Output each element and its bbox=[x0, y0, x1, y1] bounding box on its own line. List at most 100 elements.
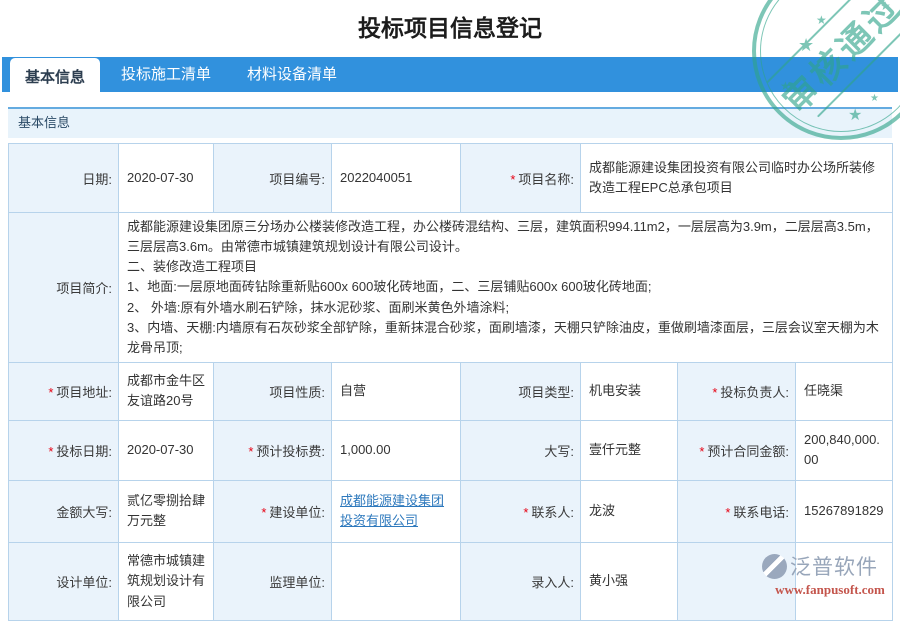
required-asterisk: * bbox=[712, 385, 717, 400]
cell-text: 金额大写: bbox=[56, 505, 112, 520]
required-asterisk: * bbox=[248, 444, 253, 459]
field-value-estimated-contract-amount: 200,840,000.00 bbox=[796, 420, 893, 480]
cell-text: 机电安装 bbox=[589, 383, 641, 398]
cell-text: 成都市金牛区友谊路20号 bbox=[127, 373, 205, 408]
cell-text: 常德市城镇建筑规划设计有限公司 bbox=[127, 553, 205, 608]
field-label-estimated-bid-fee: *预计投标费: bbox=[214, 420, 332, 480]
basic-info-form: 日期:2020-07-30项目编号:2022040051*项目名称:成都能源建设… bbox=[8, 143, 892, 621]
field-value-amount-in-words: 贰亿零捌拾肆万元整 bbox=[119, 480, 214, 542]
cell-text: 200,840,000.00 bbox=[804, 432, 880, 467]
cell-text: 大写: bbox=[544, 444, 574, 459]
field-label-date: 日期: bbox=[9, 144, 119, 213]
required-asterisk: * bbox=[699, 444, 704, 459]
tab-bid-construction-list[interactable]: 投标施工清单 bbox=[106, 57, 226, 92]
section-header: 基本信息 bbox=[8, 107, 892, 138]
field-value-date: 2020-07-30 bbox=[119, 144, 214, 213]
field-label-fee-in-words: 大写: bbox=[461, 420, 581, 480]
cell-text: 任晓渠 bbox=[804, 383, 843, 398]
required-asterisk: * bbox=[48, 444, 53, 459]
field-label-bid-leader: *投标负责人: bbox=[678, 362, 796, 420]
cell-text: 录入人: bbox=[531, 575, 574, 590]
field-value-project-type: 机电安装 bbox=[581, 362, 678, 420]
field-value-project-nature: 自营 bbox=[332, 362, 461, 420]
table-row: *投标日期:2020-07-30*预计投标费:1,000.00大写:壹仟元整*预… bbox=[9, 420, 893, 480]
field-value-project-summary: 成都能源建设集团原三分场办公楼装修改造工程，办公楼砖混结构、三层，建筑面积994… bbox=[119, 213, 893, 363]
tab-material-equipment-list[interactable]: 材料设备清单 bbox=[232, 57, 352, 92]
page-title: 投标项目信息登记 bbox=[0, 0, 900, 57]
cell-text: 贰亿零捌拾肆万元整 bbox=[127, 493, 205, 528]
field-value-supervision-unit bbox=[332, 542, 461, 620]
fanpu-brand-name: 泛普软件 bbox=[790, 551, 878, 581]
required-asterisk: * bbox=[48, 385, 53, 400]
cell-text: 15267891829 bbox=[804, 503, 884, 518]
cell-text: 成都能源建设集团投资有限公司 bbox=[340, 493, 444, 528]
field-value-project-name: 成都能源建设集团投资有限公司临时办公场所装修改造工程EPC总承包项目 bbox=[581, 144, 893, 213]
field-value-entry-person: 黄小强 bbox=[581, 542, 678, 620]
cell-text: 建设单位: bbox=[269, 505, 325, 520]
stamp-star-icon: ★ bbox=[870, 94, 879, 104]
field-value-project-code: 2022040051 bbox=[332, 144, 461, 213]
cell-text: 龙波 bbox=[589, 503, 615, 518]
field-value-bid-date: 2020-07-30 bbox=[119, 420, 214, 480]
required-asterisk: * bbox=[725, 505, 730, 520]
table-row: 金额大写:贰亿零捌拾肆万元整*建设单位:成都能源建设集团投资有限公司*联系人:龙… bbox=[9, 480, 893, 542]
table-row: *项目地址:成都市金牛区友谊路20号项目性质:自营项目类型:机电安装*投标负责人… bbox=[9, 362, 893, 420]
field-label-project-type: 项目类型: bbox=[461, 362, 581, 420]
form-table: 日期:2020-07-30项目编号:2022040051*项目名称:成都能源建设… bbox=[8, 143, 893, 621]
cell-text: 联系人: bbox=[531, 505, 574, 520]
tab-bar: 基本信息投标施工清单材料设备清单 bbox=[2, 57, 898, 92]
field-label-bid-date: *投标日期: bbox=[9, 420, 119, 480]
field-label-project-address: *项目地址: bbox=[9, 362, 119, 420]
field-label-entry-person: 录入人: bbox=[461, 542, 581, 620]
cell-text: 自营 bbox=[340, 383, 366, 398]
cell-text: 成都能源建设集团投资有限公司临时办公场所装修改造工程EPC总承包项目 bbox=[589, 160, 875, 195]
cell-text: 项目性质: bbox=[269, 385, 325, 400]
cell-text: 设计单位: bbox=[56, 575, 112, 590]
field-value-construction-unit: 成都能源建设集团投资有限公司 bbox=[332, 480, 461, 542]
field-value-estimated-bid-fee: 1,000.00 bbox=[332, 420, 461, 480]
cell-text: 黄小强 bbox=[589, 573, 628, 588]
field-value-contact-phone: 15267891829 bbox=[796, 480, 893, 542]
field-label-project-name: *项目名称: bbox=[461, 144, 581, 213]
cell-text: 项目地址: bbox=[56, 385, 112, 400]
field-value-contact-person: 龙波 bbox=[581, 480, 678, 542]
cell-text: 联系电话: bbox=[733, 505, 789, 520]
field-label-supervision-unit: 监理单位: bbox=[214, 542, 332, 620]
field-label-contact-phone: *联系电话: bbox=[678, 480, 796, 542]
fanpu-watermark: 泛普软件 www.fanpusoft.com bbox=[762, 551, 898, 598]
field-value-bid-leader: 任晓渠 bbox=[796, 362, 893, 420]
cell-text: 2020-07-30 bbox=[127, 442, 194, 457]
required-asterisk: * bbox=[261, 505, 266, 520]
field-label-construction-unit: *建设单位: bbox=[214, 480, 332, 542]
field-value-fee-in-words: 壹仟元整 bbox=[581, 420, 678, 480]
cell-text: 2020-07-30 bbox=[127, 170, 194, 185]
field-value-design-unit: 常德市城镇建筑规划设计有限公司 bbox=[119, 542, 214, 620]
field-label-amount-in-words: 金额大写: bbox=[9, 480, 119, 542]
cell-text: 2022040051 bbox=[340, 170, 412, 185]
cell-text: 项目类型: bbox=[518, 385, 574, 400]
cell-text: 日期: bbox=[82, 172, 112, 187]
cell-text: 预计合同金额: bbox=[707, 444, 789, 459]
construction-unit-link[interactable]: 成都能源建设集团投资有限公司 bbox=[340, 493, 444, 528]
field-label-estimated-contract-amount: *预计合同金额: bbox=[678, 420, 796, 480]
table-row: 项目简介: 成都能源建设集团原三分场办公楼装修改造工程，办公楼砖混结构、三层，建筑… bbox=[9, 213, 893, 363]
field-label-contact-person: *联系人: bbox=[461, 480, 581, 542]
cell-text: 投标负责人: bbox=[720, 385, 789, 400]
required-asterisk: * bbox=[510, 172, 515, 187]
cell-text: 1,000.00 bbox=[340, 442, 391, 457]
field-label-project-code: 项目编号: bbox=[214, 144, 332, 213]
cell-text: 项目编号: bbox=[269, 172, 325, 187]
cell-text: 预计投标费: bbox=[256, 444, 325, 459]
tab-basic-info[interactable]: 基本信息 bbox=[10, 58, 100, 100]
fanpu-logo-icon bbox=[762, 554, 787, 579]
cell-text: 项目简介: bbox=[56, 281, 112, 296]
field-label-project-nature: 项目性质: bbox=[214, 362, 332, 420]
table-row: 设计单位: 常德市城镇建筑规划设计有限公司 监理单位: 录入人: 黄小强 bbox=[9, 542, 893, 620]
cell-text: 项目名称: bbox=[518, 172, 574, 187]
cell-text: 投标日期: bbox=[56, 444, 112, 459]
field-label-project-summary: 项目简介: bbox=[9, 213, 119, 363]
cell-text: 成都能源建设集团原三分场办公楼装修改造工程，办公楼砖混结构、三层，建筑面积994… bbox=[127, 219, 879, 355]
field-label-design-unit: 设计单位: bbox=[9, 542, 119, 620]
cell-text: 监理单位: bbox=[269, 575, 325, 590]
field-value-project-address: 成都市金牛区友谊路20号 bbox=[119, 362, 214, 420]
